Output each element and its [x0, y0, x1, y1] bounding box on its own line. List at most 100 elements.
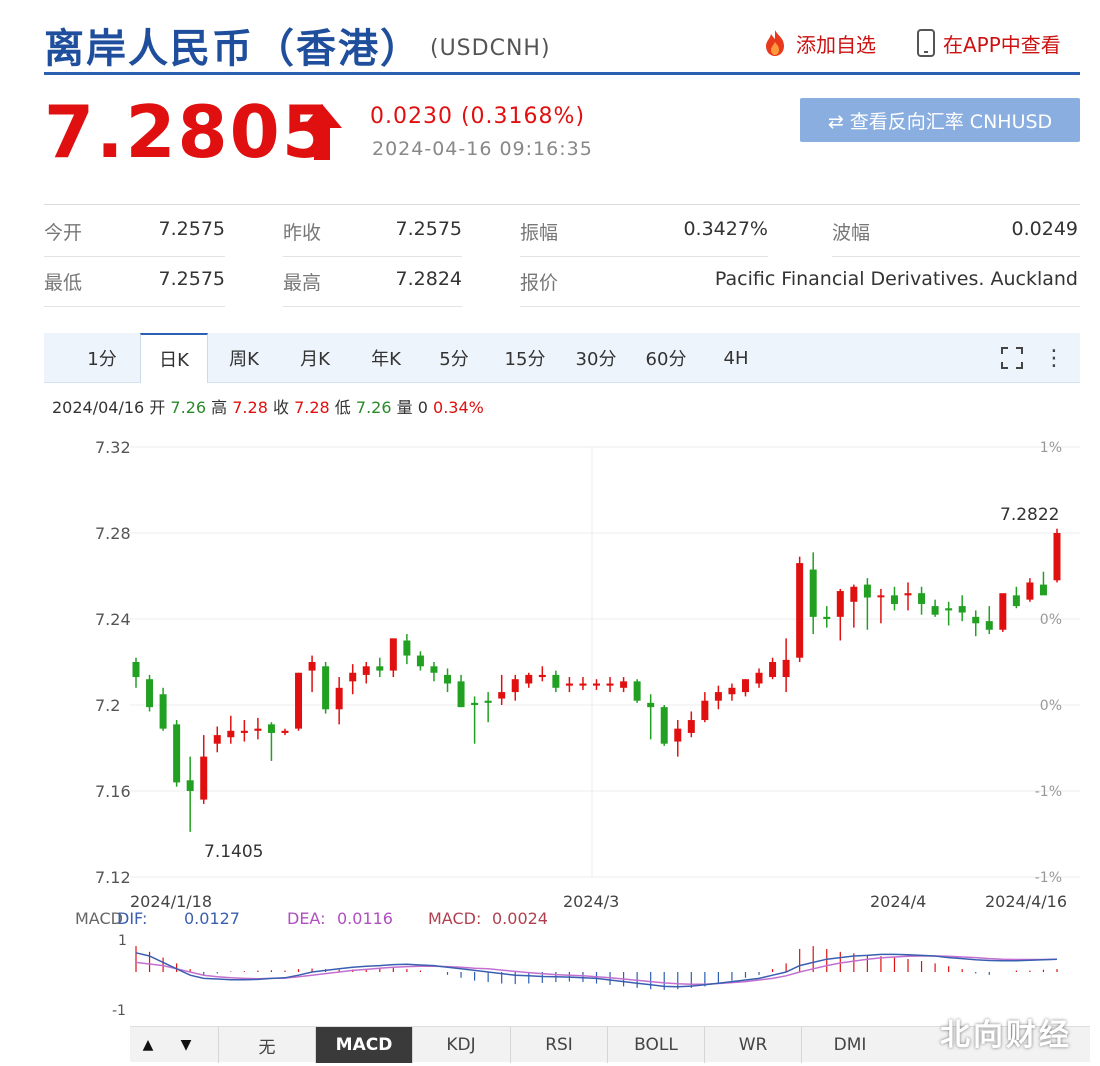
candle-body[interactable] — [1026, 582, 1034, 600]
tab-period[interactable]: 5分 — [424, 333, 484, 383]
candle-body[interactable] — [416, 655, 424, 667]
reverse-rate-button[interactable]: ⇄ 查看反向汇率 CNHUSD — [800, 98, 1080, 142]
indicator-tab[interactable]: KDJ — [412, 1027, 509, 1063]
candle-body[interactable] — [565, 683, 573, 686]
candle-body[interactable] — [931, 606, 939, 615]
candle-body[interactable] — [890, 595, 898, 604]
candle-body[interactable] — [958, 606, 966, 613]
tab-period[interactable]: 30分 — [566, 333, 626, 383]
candle-body[interactable] — [281, 730, 289, 733]
candle-body[interactable] — [633, 681, 641, 701]
candle-body[interactable] — [796, 563, 804, 658]
candle-body[interactable] — [525, 674, 533, 684]
candle-body[interactable] — [809, 569, 817, 617]
candle-body[interactable] — [484, 700, 492, 703]
candle-body[interactable] — [254, 728, 262, 731]
candle-body[interactable] — [674, 728, 682, 742]
candle-body[interactable] — [1012, 595, 1020, 607]
candle-body[interactable] — [904, 593, 912, 596]
candle-body[interactable] — [579, 683, 587, 686]
candle-body[interactable] — [836, 591, 844, 617]
candle-body[interactable] — [1053, 533, 1061, 581]
candle-body[interactable] — [945, 608, 953, 611]
indicator-tab[interactable]: DMI — [801, 1027, 898, 1063]
candle-body[interactable] — [620, 681, 628, 688]
stat-label: 昨收 — [283, 222, 322, 244]
indicator-tab[interactable]: WR — [704, 1027, 801, 1063]
stat-label: 最高 — [283, 272, 322, 294]
candle-body[interactable] — [295, 672, 303, 729]
candle-body[interactable] — [850, 586, 858, 602]
tab-period[interactable]: 1分 — [72, 333, 132, 383]
candle-body[interactable] — [701, 700, 709, 721]
candle-body[interactable] — [213, 735, 221, 744]
candle-body[interactable] — [863, 584, 871, 598]
tab-period[interactable]: 周K — [214, 333, 274, 383]
candle-body[interactable] — [660, 707, 668, 744]
more-options-icon[interactable]: ⋮ — [1042, 333, 1066, 383]
add-watchlist-button[interactable]: 添加自选 — [760, 28, 876, 58]
candle-body[interactable] — [538, 674, 546, 678]
candle-body[interactable] — [267, 724, 275, 733]
candle-body[interactable] — [186, 780, 194, 791]
candle-body[interactable] — [240, 730, 248, 733]
candle-body[interactable] — [457, 681, 465, 708]
candle-body[interactable] — [593, 683, 600, 686]
current-price: 7.2805 — [44, 90, 334, 174]
candle-body[interactable] — [918, 593, 926, 604]
candle-body[interactable] — [335, 687, 343, 710]
candle-body[interactable] — [985, 621, 993, 630]
candle-body[interactable] — [322, 666, 330, 710]
kline-chart[interactable]: 7.32 7.28 7.24 7.2 7.16 7.12 1% 0% 0% -1% -1% 7.140… — [0, 420, 1100, 1026]
candle-body[interactable] — [362, 666, 370, 675]
tab-period[interactable]: 年K — [356, 333, 416, 383]
candle-body[interactable] — [498, 692, 506, 699]
tab-period[interactable]: 日K — [140, 333, 208, 383]
candle-body[interactable] — [782, 659, 790, 678]
candle-body[interactable] — [972, 616, 980, 624]
candle-body[interactable] — [227, 730, 235, 738]
indicator-tab[interactable]: MACD — [315, 1027, 412, 1063]
fullscreen-icon[interactable] — [996, 333, 1028, 383]
scroll-down-icon[interactable]: ▼ — [168, 1027, 204, 1063]
scroll-up-icon[interactable]: ▲ — [130, 1027, 166, 1063]
tab-period[interactable]: 60分 — [636, 333, 696, 383]
candle-body[interactable] — [714, 692, 722, 701]
candle-body[interactable] — [511, 679, 519, 693]
candle-body[interactable] — [132, 662, 140, 678]
candle-body[interactable] — [552, 674, 560, 688]
candle-body[interactable] — [349, 672, 357, 682]
candle-body[interactable] — [823, 616, 831, 619]
candle-body[interactable] — [647, 702, 655, 708]
candle-body[interactable] — [444, 674, 452, 684]
candle-body[interactable] — [159, 694, 167, 729]
view-in-app-button[interactable]: 在APP中查看 — [915, 28, 1061, 58]
macd-value-label: MACD: — [428, 909, 481, 928]
y-tick-label: 7.24 — [95, 610, 131, 629]
tab-period[interactable]: 4H — [706, 333, 766, 383]
candle-body[interactable] — [200, 756, 208, 800]
candle-body[interactable] — [389, 638, 397, 671]
y-tick-label: 7.16 — [95, 782, 131, 801]
indicator-tab[interactable]: 无 — [218, 1027, 315, 1063]
candle-body[interactable] — [769, 662, 777, 678]
candle-body[interactable] — [146, 679, 154, 708]
candle-body[interactable] — [1039, 584, 1047, 596]
candle-body[interactable] — [755, 672, 763, 684]
tab-period[interactable]: 15分 — [495, 333, 555, 383]
indicator-tab[interactable]: BOLL — [607, 1027, 704, 1063]
candle-body[interactable] — [430, 666, 438, 673]
candle-body[interactable] — [877, 595, 885, 598]
candle-body[interactable] — [173, 724, 181, 783]
candle-body[interactable] — [606, 683, 614, 686]
candle-body[interactable] — [741, 679, 749, 693]
tab-period[interactable]: 月K — [285, 333, 345, 383]
candle-body[interactable] — [403, 640, 411, 656]
candle-body[interactable] — [999, 593, 1007, 630]
candle-body[interactable] — [376, 666, 384, 671]
candle-body[interactable] — [728, 687, 736, 695]
candle-body[interactable] — [308, 662, 316, 671]
indicator-tab[interactable]: RSI — [510, 1027, 607, 1063]
candle-body[interactable] — [471, 702, 479, 705]
candle-body[interactable] — [687, 720, 695, 733]
